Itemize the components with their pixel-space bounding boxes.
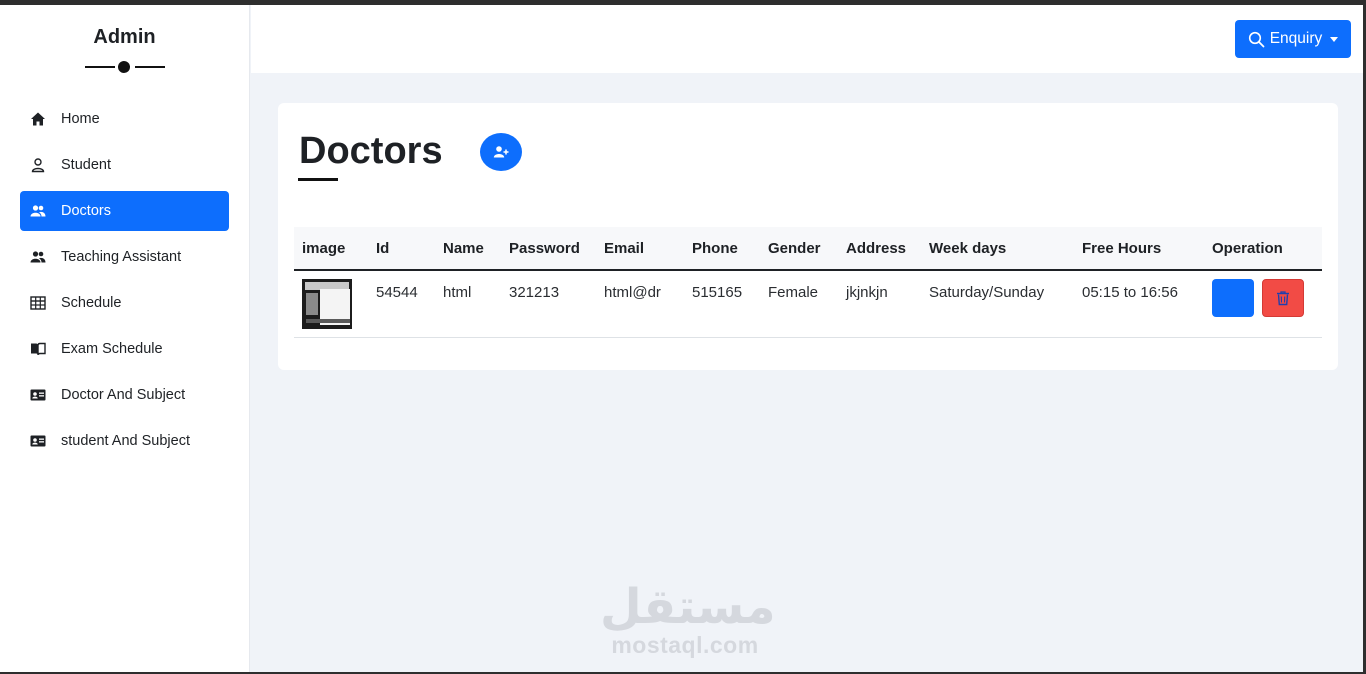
column-header-address: Address: [838, 227, 921, 271]
id-card-icon: [30, 387, 46, 403]
doctor-photo-thumbnail: [302, 279, 352, 329]
cell-operation: [1204, 270, 1322, 338]
trash-icon: [1276, 290, 1290, 306]
sidebar-item-label: Exam Schedule: [61, 341, 163, 357]
column-header-operation: Operation: [1204, 227, 1322, 271]
sidebar: Admin Home Student Doctors Teaching Assi…: [0, 5, 250, 672]
user-plus-icon: [493, 145, 509, 159]
sidebar-item-teaching-assistant[interactable]: Teaching Assistant: [20, 237, 229, 277]
book-icon: [30, 341, 46, 357]
sidebar-item-schedule[interactable]: Schedule: [20, 283, 229, 323]
cell-phone: 515165: [684, 270, 760, 338]
column-header-id: Id: [368, 227, 435, 271]
brand-divider: [84, 61, 165, 73]
sidebar-item-label: Schedule: [61, 295, 122, 311]
chevron-down-icon: [1330, 36, 1339, 42]
column-header-password: Password: [501, 227, 596, 271]
table-icon: [30, 295, 46, 311]
cell-gender: Female: [760, 270, 838, 338]
sidebar-item-label: Doctor And Subject: [61, 387, 186, 403]
cell-address: jkjnkjn: [838, 270, 921, 338]
table-header-row: image Id Name Password Email Phone Gende…: [294, 227, 1322, 271]
home-icon: [30, 111, 46, 127]
column-header-image: image: [294, 227, 368, 271]
sidebar-item-label: student And Subject: [61, 433, 190, 449]
mostaql-watermark: مستقل mostaql.com: [600, 579, 776, 658]
id-card-icon: [30, 433, 46, 449]
users-icon: [30, 249, 46, 265]
sidebar-item-doctors[interactable]: Doctors: [20, 191, 229, 231]
sidebar-item-student[interactable]: Student: [20, 145, 229, 185]
column-header-gender: Gender: [760, 227, 838, 271]
watermark-arabic-text: مستقل: [600, 579, 776, 635]
page-title: Doctors: [299, 130, 443, 172]
cell-password: 321213: [501, 270, 596, 338]
sidebar-item-label: Home: [61, 111, 100, 127]
column-header-week-days: Week days: [921, 227, 1074, 271]
cell-email: html@dr: [596, 270, 684, 338]
sidebar-item-home[interactable]: Home: [20, 99, 229, 139]
column-header-name: Name: [435, 227, 501, 271]
user-icon: [30, 157, 46, 173]
sidebar-item-exam-schedule[interactable]: Exam Schedule: [20, 329, 229, 369]
cell-name: html: [435, 270, 501, 338]
enquiry-label: Enquiry: [1269, 30, 1323, 47]
search-icon: [1248, 31, 1265, 48]
watermark-latin-text: mostaql.com: [611, 632, 759, 658]
doctors-card: Doctors image Id Name Password Email Pho…: [278, 103, 1338, 370]
column-header-email: Email: [596, 227, 684, 271]
sidebar-nav: Home Student Doctors Teaching Assistant …: [0, 99, 249, 461]
cell-week-days: Saturday/Sunday: [921, 270, 1074, 338]
enquiry-dropdown-button[interactable]: Enquiry: [1235, 20, 1351, 58]
cell-id: 54544: [368, 270, 435, 338]
delete-button[interactable]: [1262, 279, 1305, 317]
add-doctor-button[interactable]: [480, 133, 522, 171]
sidebar-item-doctor-and-subject[interactable]: Doctor And Subject: [20, 375, 229, 415]
doctors-table: image Id Name Password Email Phone Gende…: [294, 227, 1322, 338]
sidebar-item-label: Student: [61, 157, 111, 173]
title-underline: [298, 178, 338, 181]
sidebar-item-label: Teaching Assistant: [61, 249, 182, 265]
column-header-free-hours: Free Hours: [1074, 227, 1204, 271]
users-icon: [30, 203, 46, 219]
brand-title: Admin: [93, 26, 156, 48]
topbar: Enquiry: [251, 5, 1363, 73]
sidebar-item-student-and-subject[interactable]: student And Subject: [20, 421, 229, 461]
cell-free-hours: 05:15 to 16:56: [1074, 270, 1204, 338]
column-header-phone: Phone: [684, 227, 760, 271]
cell-image: [294, 270, 368, 338]
edit-button[interactable]: [1212, 279, 1254, 317]
table-row: 54544 html 321213 html@dr 515165 Female …: [294, 270, 1322, 338]
sidebar-item-label: Doctors: [61, 203, 111, 219]
